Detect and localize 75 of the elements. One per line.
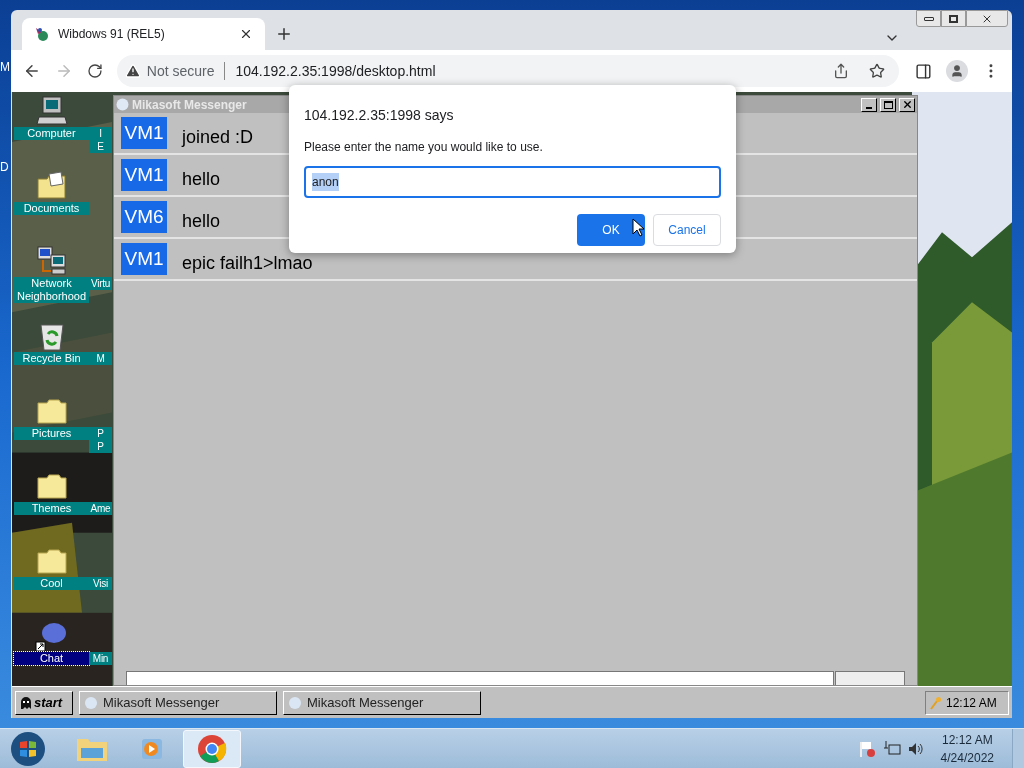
start-button[interactable]: start [15, 690, 73, 715]
chat-bubble-icon [116, 98, 129, 111]
ok-button[interactable]: OK [577, 214, 645, 246]
desktop-icon-label: M [0, 60, 10, 74]
desktop-icon-label[interactable]: Pictures [14, 427, 89, 440]
network-computers-icon [34, 244, 69, 277]
desktop-icon-label[interactable]: Computer [14, 127, 89, 140]
desktop-icon-label: D [0, 160, 10, 174]
cancel-button[interactable]: Cancel [653, 214, 721, 246]
ghost-icon [19, 695, 33, 710]
pinned-app[interactable] [183, 729, 241, 768]
globe-icon [34, 26, 50, 42]
restore-button[interactable] [941, 10, 966, 27]
desktop-icon-label[interactable]: Virtu [89, 277, 112, 290]
network-icon[interactable] [882, 739, 901, 758]
clock: 12:12 AM [946, 694, 997, 712]
tab-title: Wibdows 91 (REL5) [58, 26, 166, 43]
close-icon [901, 99, 913, 110]
side-panel-icon[interactable] [915, 62, 933, 80]
chat-bubble-icon [288, 695, 302, 710]
share-icon[interactable] [833, 63, 850, 79]
warning-icon [124, 63, 141, 79]
address-bar[interactable]: Not secure 104.192.2.35:1998/desktop.html [116, 55, 900, 87]
desktop-icon-label[interactable]: Ame [89, 502, 112, 515]
desktop-icon-label[interactable]: E [89, 140, 112, 153]
key-icon [930, 695, 942, 710]
message-text: hello [182, 167, 221, 191]
desktop-icon-label[interactable]: I [89, 127, 112, 140]
window-title: Mikasoft Messenger [132, 96, 248, 114]
minimize-button[interactable] [916, 10, 941, 27]
desktop-icon-label[interactable]: M [89, 352, 112, 365]
message-input[interactable] [126, 671, 834, 685]
new-tab-icon[interactable] [275, 25, 293, 43]
reload-icon[interactable] [86, 63, 103, 79]
sender-badge: VM1 [121, 243, 167, 275]
desktop-icon-label[interactable]: P [89, 440, 112, 453]
cursor-icon [632, 218, 645, 237]
computer-icon [34, 94, 69, 127]
name-input[interactable]: anon [304, 166, 721, 198]
clock-time: 12:12 AM [941, 731, 993, 749]
taskbar-task[interactable]: Mikasoft Messenger [283, 690, 481, 715]
submit-button[interactable] [835, 671, 905, 685]
sender-badge: VM1 [121, 159, 167, 191]
start-orb-icon[interactable] [10, 730, 46, 767]
message-text: joined :D [182, 125, 254, 149]
star-icon[interactable] [869, 63, 886, 79]
back-icon[interactable] [23, 62, 41, 80]
desktop-icon-label[interactable]: Recycle Bin [14, 352, 89, 365]
browser-logo-icon [197, 733, 227, 764]
url-text: 104.192.2.35:1998/desktop.html [235, 61, 437, 81]
desktop-icon-label[interactable]: Min [89, 652, 112, 665]
taskbar-task[interactable]: Mikasoft Messenger [79, 690, 277, 715]
browser-tab[interactable]: Wibdows 91 (REL5) [22, 18, 265, 50]
dialog-message: Please enter the name you would like to use. [304, 139, 544, 156]
message-text: hello [182, 209, 221, 233]
desktop-icon-label[interactable]: Chat [14, 652, 89, 665]
dialog-title: 104.192.2.35:1998 says [304, 106, 455, 125]
desktop-icon-label[interactable]: P [89, 427, 112, 440]
maximize-button[interactable] [880, 97, 896, 112]
sender-badge: VM1 [121, 117, 167, 149]
profile-icon[interactable] [946, 60, 969, 82]
folder-icon [34, 169, 69, 202]
desktop-icon-label[interactable]: Cool [14, 577, 89, 590]
input-value: anon [312, 173, 339, 191]
sender-badge: VM6 [121, 201, 167, 233]
security-label: Not secure [146, 61, 215, 81]
desktop-icon-label[interactable]: Network Neighborhood [14, 277, 89, 303]
desktop-icon-label[interactable]: Documents [14, 202, 89, 215]
close-icon[interactable] [239, 27, 253, 41]
flag-icon[interactable] [858, 739, 877, 758]
clock-date: 4/24/2022 [940, 749, 994, 767]
desktop-icon-label[interactable]: Visi [89, 577, 112, 590]
message-text: epic failh1>lmao [182, 251, 313, 275]
chat-bubble-icon [84, 695, 98, 710]
desktop-icon-label[interactable]: Themes [14, 502, 89, 515]
